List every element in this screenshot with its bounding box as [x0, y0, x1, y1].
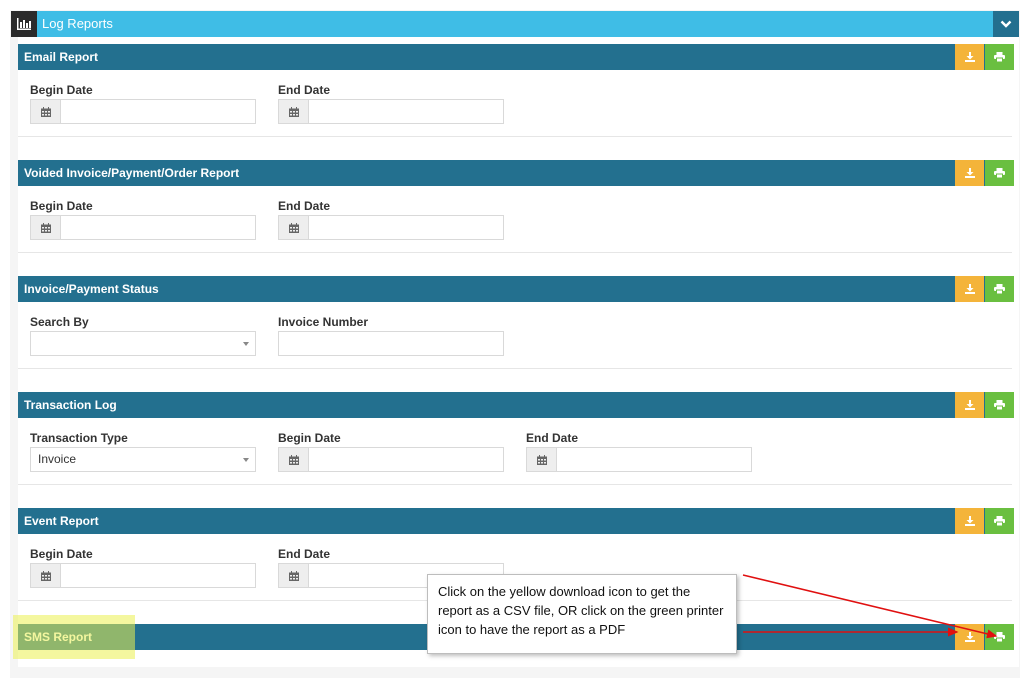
annotation-arrows	[742, 574, 998, 639]
arrow-to-print	[742, 574, 998, 639]
